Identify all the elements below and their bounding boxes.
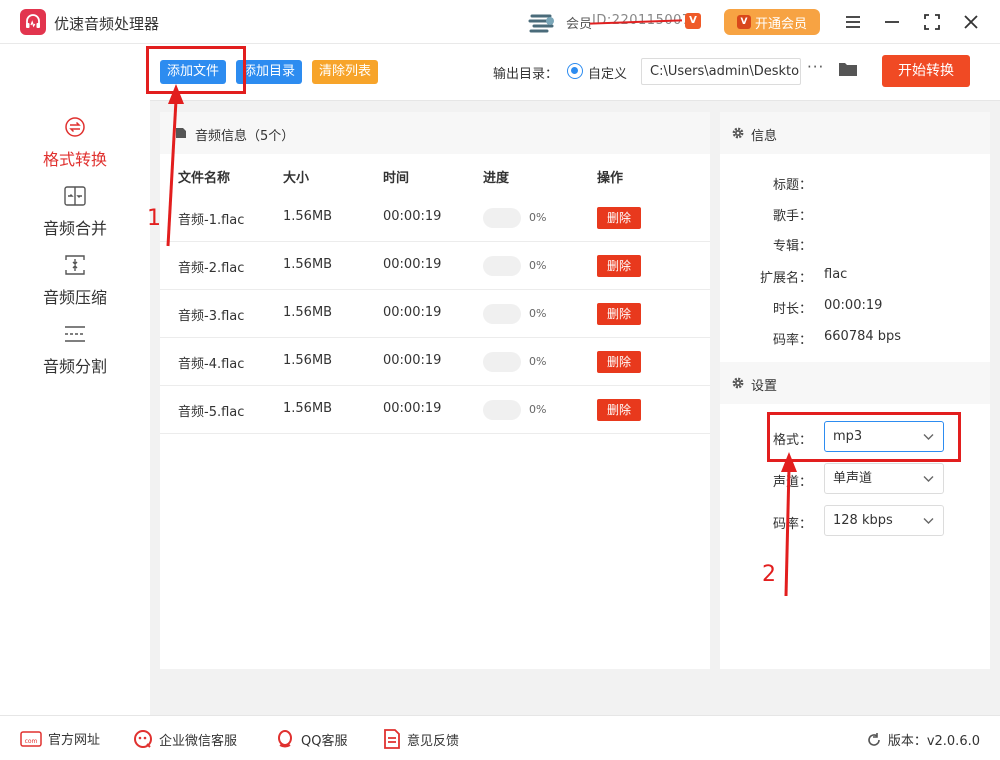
- footer-website-link[interactable]: com 官方网址: [20, 729, 100, 748]
- version-info[interactable]: 版本：v2.0.6.0: [866, 730, 980, 749]
- footer-feedback-link[interactable]: 意见反馈: [383, 729, 459, 749]
- footer: com 官方网址 企业微信客服 QQ客服 意见反馈 版本：v2.0.6.0: [0, 715, 1000, 760]
- arrow-2-head-icon: [781, 452, 797, 472]
- footer-website-label: 官方网址: [48, 733, 101, 748]
- arrow-1-head-icon: [168, 84, 184, 104]
- feedback-icon: [384, 729, 400, 749]
- footer-wechat-link[interactable]: 企业微信客服: [133, 729, 237, 749]
- footer-feedback-label: 意见反馈: [407, 733, 460, 749]
- annotation-step-2: 2: [762, 562, 776, 587]
- annotation-arrows: [166, 84, 797, 597]
- svg-text:com: com: [25, 738, 38, 745]
- version-label: 版本：v2.0.6.0: [887, 734, 980, 749]
- footer-qq-link[interactable]: QQ客服: [275, 729, 347, 749]
- footer-qq-label: QQ客服: [301, 733, 348, 749]
- annotation-step-1: 1: [147, 206, 161, 231]
- arrow-1-icon: [166, 99, 178, 247]
- footer-wechat-label: 企业微信客服: [159, 733, 238, 749]
- qq-icon: [278, 730, 292, 748]
- refresh-icon: [868, 732, 880, 746]
- wechat-icon: [134, 730, 152, 748]
- website-icon: com: [20, 730, 42, 747]
- arrow-2-icon: [784, 467, 791, 597]
